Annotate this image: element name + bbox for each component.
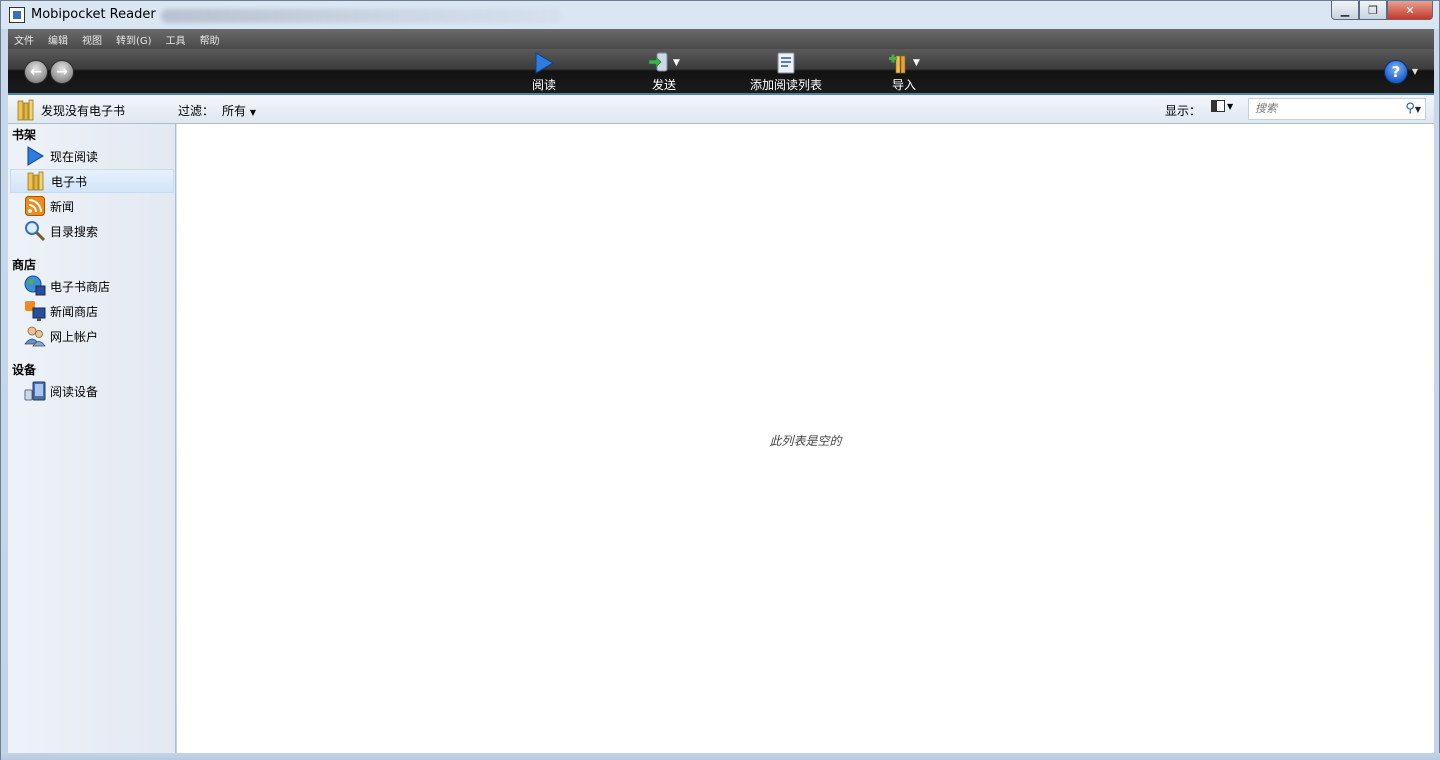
view-mode-button[interactable]: ▼ xyxy=(1211,100,1233,112)
section-title-devices: 设备 xyxy=(12,363,37,377)
close-button[interactable]: ✕ xyxy=(1387,1,1433,20)
books-icon xyxy=(16,99,36,124)
sidebar-item-label: 现在阅读 xyxy=(50,149,99,164)
filter-label: 过滤： xyxy=(178,104,215,118)
import-books-icon xyxy=(889,54,906,74)
sidebar-item-label: 新闻商店 xyxy=(50,304,99,319)
filter-value: 所有 xyxy=(222,104,247,118)
arrow-left-icon: ← xyxy=(30,64,42,80)
section-title-bookshelf: 书架 xyxy=(12,128,37,142)
rss-icon xyxy=(24,195,46,217)
nav-buttons: ← → xyxy=(24,60,76,84)
help-button[interactable]: ? xyxy=(1384,60,1408,84)
search-box: ⚲▼ xyxy=(1248,98,1426,120)
arrow-right-icon: → xyxy=(56,64,68,80)
section-title-store: 商店 xyxy=(12,258,37,272)
page-title: 发现没有电子书 xyxy=(41,104,126,118)
empty-list-message: 此列表是空的 xyxy=(769,434,842,448)
chevron-down-icon: ▼ xyxy=(1227,101,1234,111)
device-icon xyxy=(24,380,46,402)
read-button[interactable]: 阅读 xyxy=(532,51,556,93)
import-button[interactable]: ▼ 导入 xyxy=(888,51,920,93)
minimize-icon: ▁ xyxy=(1340,3,1350,17)
reading-list-icon xyxy=(775,51,797,75)
send-device-icon xyxy=(648,52,668,72)
restore-icon: ❐ xyxy=(1368,3,1378,17)
chevron-down-icon: ▼ xyxy=(913,58,920,68)
menu-file[interactable]: 文件 xyxy=(14,32,34,47)
import-label: 导入 xyxy=(891,78,916,92)
sidebar-item-ebook-store[interactable]: 电子书商店 xyxy=(10,274,174,298)
send-icon-group: ▼ xyxy=(648,51,680,75)
sidebar-item-label: 网上帐户 xyxy=(50,329,99,344)
search-icon: ⚲ xyxy=(1405,101,1415,116)
blurred-background-text xyxy=(161,9,561,23)
play-icon xyxy=(24,145,46,167)
send-button[interactable]: ▼ 发送 xyxy=(648,51,680,93)
add-to-reading-list-label: 添加阅读列表 xyxy=(750,78,823,92)
question-icon: ? xyxy=(1391,63,1401,81)
app-window: Mobipocket Reader ▁ ❐ ✕ 文件 编辑 视图 转到(G) 工… xyxy=(0,0,1440,760)
menu-tools[interactable]: 工具 xyxy=(166,32,186,47)
menu-bar: 文件 编辑 视图 转到(G) 工具 帮助 xyxy=(8,29,1434,49)
content-header: 发现没有电子书 过滤： 所有 ▼ 显示： ▼ ⚲▼ xyxy=(8,95,1434,124)
globe-icon xyxy=(24,275,46,297)
sidebar-item-news-store[interactable]: 新闻商店 xyxy=(10,299,174,323)
menu-view[interactable]: 视图 xyxy=(82,32,102,47)
display-label: 显示： xyxy=(1165,104,1202,118)
magnifier-icon xyxy=(24,220,46,242)
play-icon xyxy=(534,51,554,75)
sidebar-item-label: 阅读设备 xyxy=(50,384,99,399)
chevron-down-icon: ▼ xyxy=(673,58,680,68)
filter-dropdown[interactable]: 所有 ▼ xyxy=(222,102,256,119)
chevron-down-icon: ▼ xyxy=(1414,105,1421,114)
sidebar-item-news[interactable]: 新闻 xyxy=(10,194,174,218)
menu-goto[interactable]: 转到(G) xyxy=(116,32,152,47)
app-icon xyxy=(9,7,25,23)
back-button[interactable]: ← xyxy=(24,60,48,84)
sidebar-item-now-reading[interactable]: 现在阅读 xyxy=(10,144,174,168)
sidebar-item-online-account[interactable]: 网上帐户 xyxy=(10,324,174,348)
books-icon xyxy=(25,170,47,192)
search-button[interactable]: ⚲▼ xyxy=(1405,101,1421,116)
sidebar-item-label: 电子书商店 xyxy=(50,279,111,294)
window-border-bottom xyxy=(1,753,1440,760)
window-title: Mobipocket Reader xyxy=(31,7,156,22)
users-icon xyxy=(24,325,46,347)
sidebar-item-catalog-search[interactable]: 目录搜索 xyxy=(10,219,174,243)
maximize-button[interactable]: ❐ xyxy=(1359,1,1387,20)
minimize-button[interactable]: ▁ xyxy=(1331,1,1359,20)
window-controls: ▁ ❐ ✕ xyxy=(1331,1,1433,20)
forward-button[interactable]: → xyxy=(50,60,74,84)
main-toolbar: ← → 阅读 ▼ 发送 添加阅读列表 ▼ 导入 ? ▼ xyxy=(8,49,1434,95)
send-label: 发送 xyxy=(651,78,676,92)
rss-monitor-icon xyxy=(24,300,46,322)
sidebar-item-label: 新闻 xyxy=(50,199,75,214)
import-icon-group: ▼ xyxy=(888,51,920,75)
menu-help[interactable]: 帮助 xyxy=(200,32,220,47)
help-chevron-icon[interactable]: ▼ xyxy=(1412,67,1418,76)
read-label: 阅读 xyxy=(532,78,557,92)
title-bar[interactable]: Mobipocket Reader ▁ ❐ ✕ xyxy=(1,1,1439,29)
sidebar-item-label: 目录搜索 xyxy=(50,224,99,239)
sidebar-item-ebooks[interactable]: 电子书 xyxy=(10,169,174,193)
book-list-area[interactable]: 此列表是空的 xyxy=(177,124,1434,753)
sidebar-item-label: 电子书 xyxy=(51,174,88,189)
window-border-left xyxy=(1,29,8,753)
add-to-reading-list-button[interactable]: 添加阅读列表 xyxy=(750,51,822,93)
close-icon: ✕ xyxy=(1405,3,1415,17)
menu-edit[interactable]: 编辑 xyxy=(48,32,68,47)
chevron-down-icon: ▼ xyxy=(249,108,256,117)
search-input[interactable] xyxy=(1255,102,1395,115)
sidebar-item-reading-devices[interactable]: 阅读设备 xyxy=(10,379,174,403)
view-layout-icon xyxy=(1211,100,1225,112)
sidebar: 书架 现在阅读 电子书 新闻 目录搜索 商店 电子书商店 新闻商店 网上帐户 设… xyxy=(8,124,176,753)
